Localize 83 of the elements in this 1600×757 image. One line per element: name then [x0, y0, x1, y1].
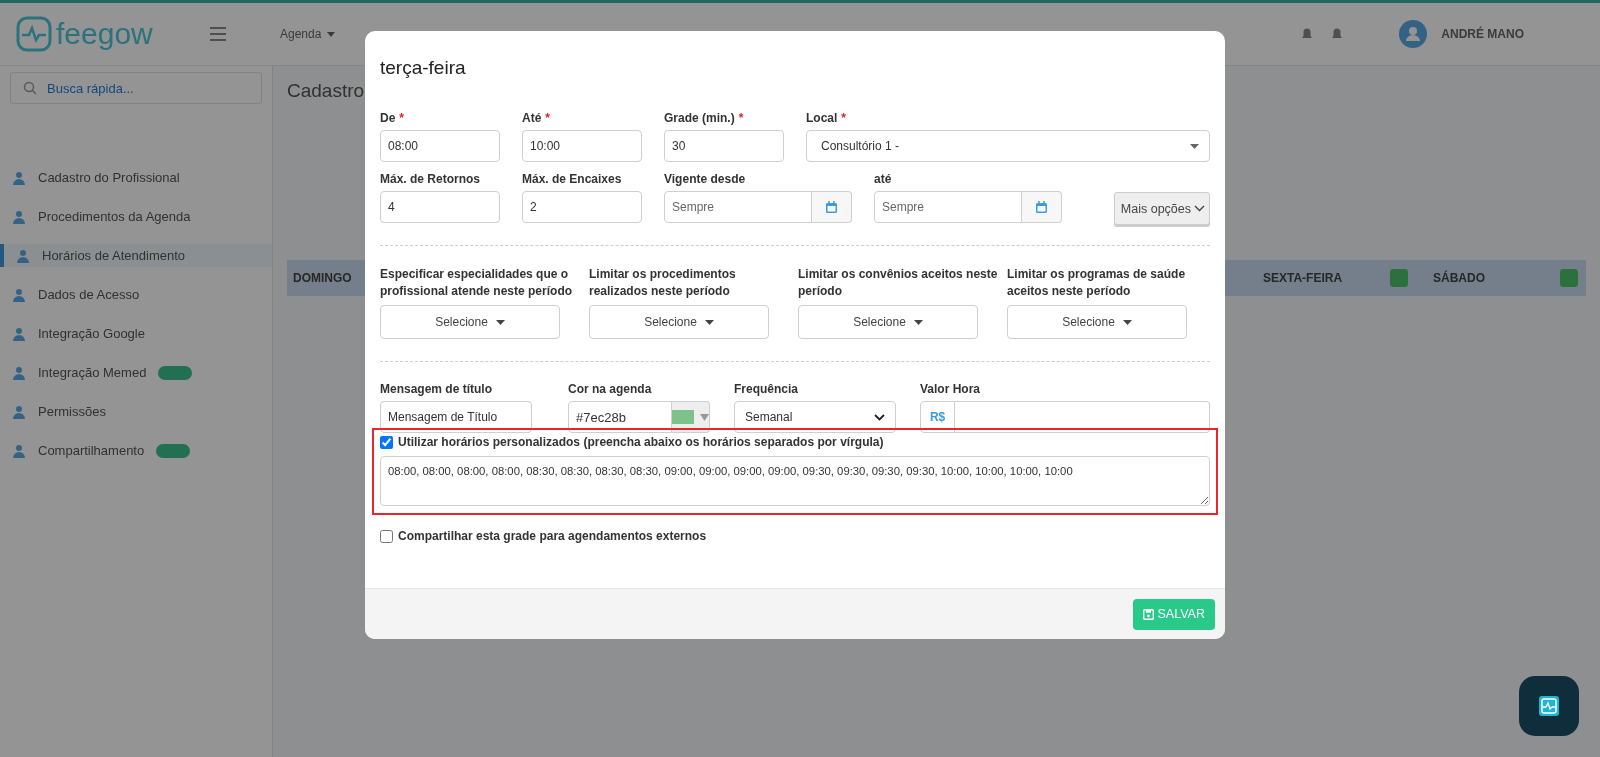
multiselect-button[interactable]: Selecione: [798, 305, 978, 339]
user-name[interactable]: ANDRÉ MANO: [1441, 27, 1524, 41]
page-title: Cadastro: [287, 80, 366, 102]
logo-icon: [16, 16, 52, 52]
caret-icon: [327, 31, 336, 37]
person-icon: [12, 170, 26, 185]
sidebar-item[interactable]: Integração Google: [0, 322, 272, 345]
field-label: De *: [380, 111, 405, 125]
field-label: até: [874, 172, 893, 186]
day-label: SÁBADO: [1433, 271, 1485, 285]
caret-icon: [495, 319, 505, 325]
caret-icon: [704, 319, 714, 325]
field-label: Mensagem de título: [380, 382, 493, 396]
sidebar-item[interactable]: Horários de Atendimento: [0, 244, 272, 267]
multiselect-button[interactable]: Selecione: [380, 305, 560, 339]
save-icon: [1142, 608, 1154, 620]
field-label: Local *: [806, 111, 847, 125]
person-icon: [12, 443, 26, 458]
date-field[interactable]: Sempre: [664, 191, 812, 223]
sidebar-item[interactable]: Integração Memed: [0, 361, 272, 384]
calendar-icon: [1035, 200, 1048, 214]
field-label: Cor na agenda: [568, 382, 653, 396]
times-textarea[interactable]: 08:00, 08:00, 08:00, 08:00, 08:30, 08:30, 08:30, 08:30, 09:00, 09:00, 09:00, 09:00, 09:30, 09:30, 09:30, 09:30, 10:00, 10:00, 10:00, 10:00: [380, 456, 1210, 506]
sidebar-item[interactable]: Permissões: [0, 400, 272, 423]
checkbox[interactable]: [380, 529, 393, 543]
calendar-icon: [825, 200, 838, 214]
field-label: Máx. de Encaixes: [522, 172, 623, 186]
field-label: Limitar os procedimentos realizados neste período: [589, 266, 737, 300]
calendar-button[interactable]: [812, 191, 852, 223]
field-label: Limitar os programas de saúde aceitos neste período: [1007, 266, 1187, 300]
modal-title: terça-feira: [380, 57, 467, 79]
color-field[interactable]: #7ec28b: [568, 401, 672, 433]
checkbox-label: Utilizar horários personalizados (preencha abaixo os horários separados por vírgula): [398, 435, 884, 449]
input-field[interactable]: [955, 401, 1210, 433]
search-icon: [23, 81, 37, 95]
day-label: SEXTA-FEIRA: [1263, 271, 1343, 285]
nav-menu[interactable]: Agenda: [280, 27, 336, 41]
field-label: Limitar os convênios aceitos neste período: [798, 266, 999, 300]
calendar-button[interactable]: [1022, 191, 1062, 223]
input-field[interactable]: 30: [664, 130, 784, 162]
person-icon: [12, 404, 26, 419]
input-field[interactable]: 08:00: [380, 130, 500, 162]
caret-icon: [1122, 319, 1132, 325]
color-picker[interactable]: [672, 401, 710, 433]
chevron-icon: [1194, 205, 1205, 212]
chat-icon: [1538, 695, 1560, 717]
chat-button[interactable]: [1519, 676, 1579, 736]
person-icon: [12, 209, 26, 224]
input-field[interactable]: 2: [522, 191, 642, 223]
field-label: Até *: [522, 111, 551, 125]
person-icon: [12, 326, 26, 341]
person-icon: [12, 287, 26, 302]
field-label: Valor Hora: [920, 382, 982, 396]
input-field[interactable]: 4: [380, 191, 500, 223]
select-field[interactable]: Semanal: [734, 401, 896, 433]
caret-icon: [700, 413, 709, 421]
sidebar-item[interactable]: Procedimentos da Agenda: [0, 205, 272, 228]
avatar-icon[interactable]: [1399, 20, 1428, 48]
multiselect-button[interactable]: Selecione: [1007, 305, 1187, 339]
person-icon: [16, 248, 30, 263]
field-label: Especificar especialidades que o profissional atende neste período: [380, 266, 574, 300]
multiselect-button[interactable]: Selecione: [589, 305, 769, 339]
input-field[interactable]: 10:00: [522, 130, 642, 162]
select-field[interactable]: Consultório 1 -: [806, 130, 1210, 162]
person-icon: [12, 365, 26, 380]
sidebar-item[interactable]: Dados de Acesso: [0, 283, 272, 306]
more-options-button[interactable]: Mais opções: [1113, 192, 1210, 225]
caret-icon: [913, 319, 923, 325]
sidebar-item[interactable]: Compartilhamento: [0, 439, 272, 462]
field-label: Máx. de Retornos: [380, 172, 482, 186]
logo-text: feegow: [56, 17, 153, 51]
checkbox[interactable]: [380, 435, 393, 449]
sidebar-item[interactable]: Cadastro do Profissional: [0, 166, 272, 189]
day-label: DOMINGO: [292, 271, 352, 285]
caret-icon: [1190, 143, 1199, 149]
field-label: Frequência: [734, 382, 800, 396]
chevron-icon: [874, 413, 885, 421]
field-label: Grade (min.) *: [664, 111, 745, 125]
date-field[interactable]: Sempre: [874, 191, 1022, 223]
input-field[interactable]: Mensagem de Título: [380, 401, 532, 433]
menu-icon[interactable]: [210, 27, 226, 41]
checkbox-label: Compartilhar esta grade para agendamentos externos: [398, 529, 707, 543]
field-label: Vigente desde: [664, 172, 747, 186]
